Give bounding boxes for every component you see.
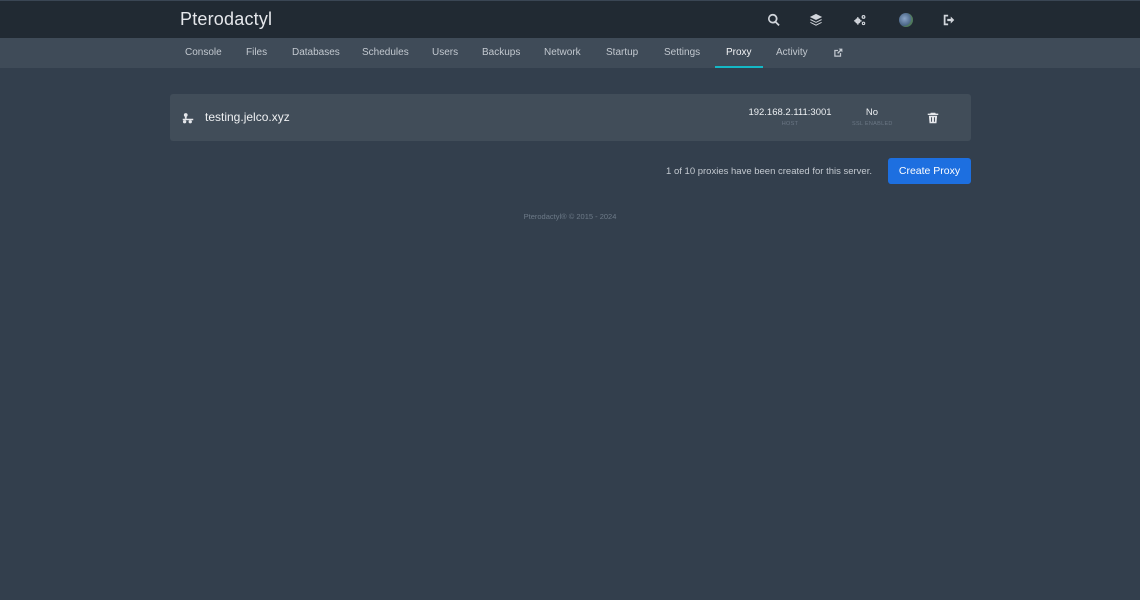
sign-out-icon[interactable] bbox=[941, 12, 957, 28]
tab-settings[interactable]: Settings bbox=[664, 38, 700, 68]
top-navigation-bar: Pterodactyl bbox=[0, 0, 1140, 38]
tab-files[interactable]: Files bbox=[246, 38, 267, 68]
proxy-row: testing.jelco.xyz 192.168.2.111:3001 HOS… bbox=[170, 94, 971, 141]
proxy-domain: testing.jelco.xyz bbox=[205, 110, 290, 124]
proxy-host-label: HOST bbox=[781, 121, 799, 127]
tab-startup[interactable]: Startup bbox=[606, 38, 638, 68]
tab-activity[interactable]: Activity bbox=[776, 38, 808, 68]
trash-icon[interactable] bbox=[927, 111, 939, 124]
tab-console[interactable]: Console bbox=[185, 38, 222, 68]
footer-copyright[interactable]: Pterodactyl® © 2015 - 2024 bbox=[0, 212, 1140, 221]
tab-users[interactable]: Users bbox=[432, 38, 458, 68]
proxy-host-value: 192.168.2.111:3001 bbox=[748, 107, 832, 118]
proxy-count-summary: 1 of 10 proxies have been created for th… bbox=[666, 166, 872, 177]
avatar[interactable] bbox=[899, 13, 913, 27]
tab-proxy[interactable]: Proxy bbox=[715, 38, 762, 68]
brand-title[interactable]: Pterodactyl bbox=[180, 9, 272, 30]
create-proxy-button[interactable]: Create Proxy bbox=[888, 158, 971, 184]
server-subnav: Console Files Databases Schedules Users … bbox=[0, 38, 1140, 68]
external-link-icon[interactable] bbox=[833, 38, 843, 68]
search-icon[interactable] bbox=[766, 12, 782, 28]
proxy-ssl-label: SSL ENABLED bbox=[852, 121, 893, 127]
proxy-ssl: No SSL ENABLED bbox=[852, 107, 892, 127]
layers-icon[interactable] bbox=[808, 12, 824, 28]
tab-schedules[interactable]: Schedules bbox=[362, 38, 409, 68]
proxy-ssl-value: No bbox=[865, 107, 879, 118]
network-wired-icon bbox=[182, 111, 194, 124]
tab-databases[interactable]: Databases bbox=[292, 38, 340, 68]
tab-network[interactable]: Network bbox=[544, 38, 581, 68]
cogs-icon[interactable] bbox=[852, 12, 868, 28]
tab-backups[interactable]: Backups bbox=[482, 38, 520, 68]
proxy-host: 192.168.2.111:3001 HOST bbox=[748, 107, 832, 127]
